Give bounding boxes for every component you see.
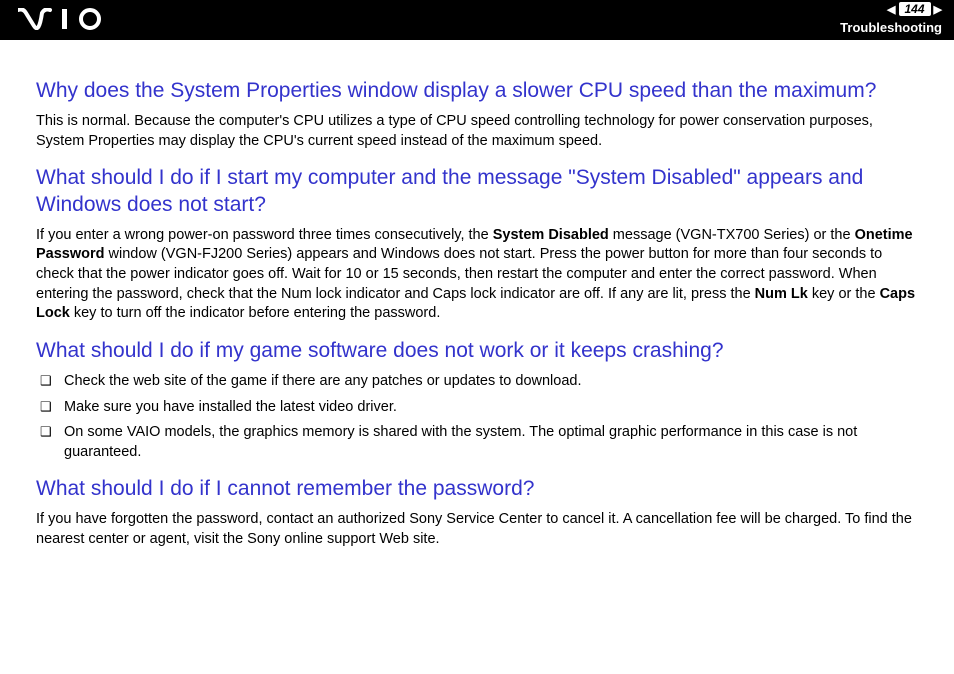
content-area: Why does the System Properties window di… xyxy=(0,40,954,570)
question-1-title: Why does the System Properties window di… xyxy=(36,78,918,104)
question-2-text: If you enter a wrong power-on password t… xyxy=(36,227,493,243)
prev-page-arrow[interactable]: ◀ xyxy=(887,3,895,16)
page-number: 144 xyxy=(899,2,931,16)
question-2-title: What should I do if I start my computer … xyxy=(36,165,918,218)
question-2-text: message (VGN-TX700 Series) or the xyxy=(609,227,855,243)
question-3-title: What should I do if my game software doe… xyxy=(36,338,918,364)
next-page-arrow[interactable]: ▶ xyxy=(934,3,942,16)
question-4-title: What should I do if I cannot remember th… xyxy=(36,476,918,502)
question-2-text: key or the xyxy=(808,286,880,302)
page-nav: ◀ 144 ▶ xyxy=(887,2,942,16)
list-item: On some VAIO models, the graphics memory… xyxy=(36,423,918,462)
question-2-text: key to turn off the indicator before ent… xyxy=(70,305,441,321)
vaio-logo xyxy=(18,8,110,35)
question-3-list: Check the web site of the game if there … xyxy=(36,372,918,462)
question-2-bold: System Disabled xyxy=(493,227,609,243)
list-item: Check the web site of the game if there … xyxy=(36,372,918,392)
question-4-body: If you have forgotten the password, cont… xyxy=(36,510,918,549)
question-2-bold: Num Lk xyxy=(755,286,808,302)
list-item: Make sure you have installed the latest … xyxy=(36,398,918,418)
question-1-body: This is normal. Because the computer's C… xyxy=(36,112,918,151)
section-title: Troubleshooting xyxy=(840,20,942,35)
question-2-body: If you enter a wrong power-on password t… xyxy=(36,226,918,324)
header-bar: ◀ 144 ▶ Troubleshooting xyxy=(0,0,954,40)
